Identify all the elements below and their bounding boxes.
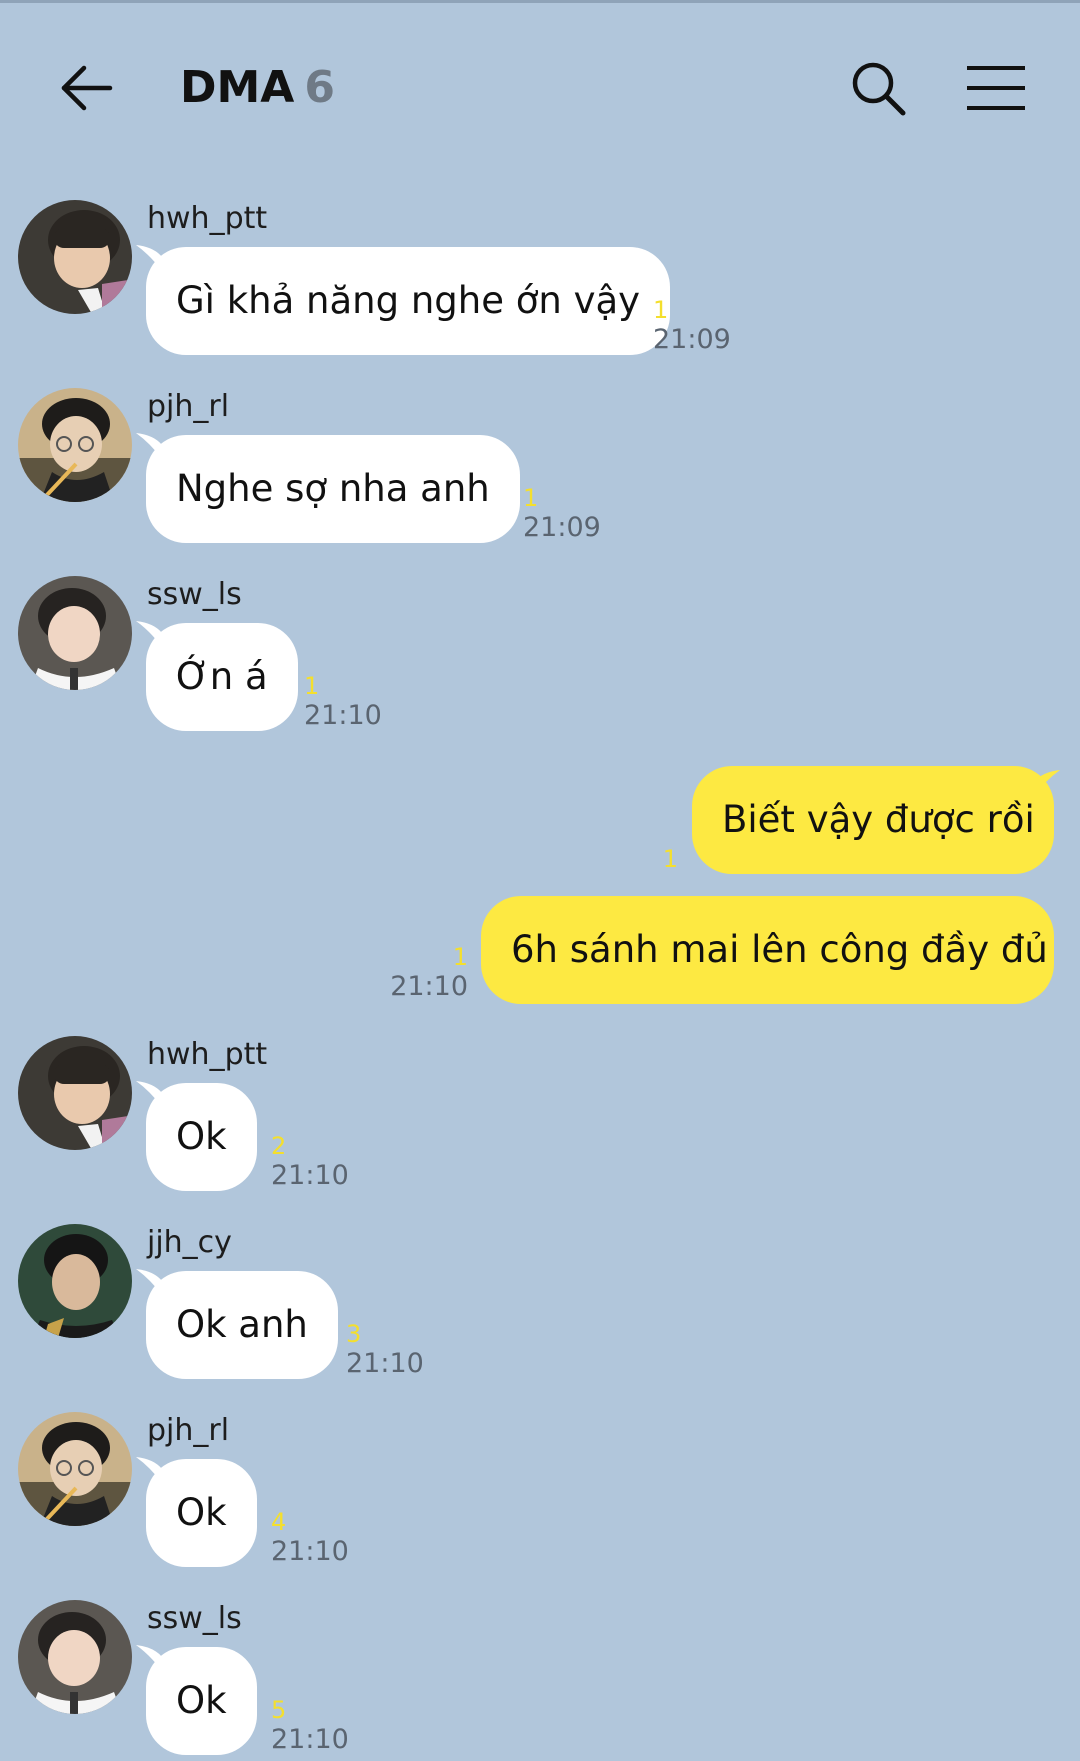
unread-count: 1 xyxy=(523,484,539,512)
sender-name: hwh_ptt xyxy=(147,1037,268,1072)
message-meta: 1 xyxy=(600,846,678,872)
message-bubble-incoming[interactable]: Ok xyxy=(146,1083,257,1191)
unread-count: 1 xyxy=(304,672,320,700)
message-bubble-incoming[interactable]: Ok xyxy=(146,1647,257,1755)
chat-header: DMA 6 xyxy=(0,0,1080,170)
avatar-ssw-ls[interactable] xyxy=(18,1600,132,1714)
search-icon xyxy=(852,62,906,116)
bubble-tail xyxy=(1034,770,1060,796)
back-button[interactable] xyxy=(56,58,116,118)
message-meta: 3 21:10 xyxy=(346,1321,424,1381)
sender-name: ssw_ls xyxy=(147,1601,242,1636)
message-time: 21:09 xyxy=(653,324,731,355)
avatar-pjh-rl[interactable] xyxy=(18,388,132,502)
avatar-hwh-ptt[interactable] xyxy=(18,1036,132,1150)
message-bubble-incoming[interactable]: Nghe sợ nha anh xyxy=(146,435,520,543)
unread-count: 1 xyxy=(662,845,678,873)
message-meta: 1 21:10 xyxy=(304,673,382,733)
arrow-left-icon xyxy=(61,65,113,111)
menu-button[interactable] xyxy=(962,56,1030,120)
message-time: 21:10 xyxy=(271,1160,349,1191)
message-time: 21:10 xyxy=(346,1348,424,1379)
unread-count: 4 xyxy=(271,1508,287,1536)
chat-title: DMA 6 xyxy=(180,58,335,118)
avatar-ssw-ls[interactable] xyxy=(18,576,132,690)
avatar-hwh-ptt[interactable] xyxy=(18,200,132,314)
sender-name: jjh_cy xyxy=(147,1225,232,1260)
sender-name: pjh_rl xyxy=(147,1413,230,1448)
unread-count: 2 xyxy=(271,1132,287,1160)
member-count: 6 xyxy=(304,62,335,113)
avatar-pjh-rl[interactable] xyxy=(18,1412,132,1526)
message-time: 21:10 xyxy=(271,1536,349,1567)
room-name: DMA xyxy=(180,62,295,113)
message-meta: 2 21:10 xyxy=(271,1133,349,1193)
unread-count: 3 xyxy=(346,1320,362,1348)
message-time: 21:09 xyxy=(523,512,601,543)
message-bubble-incoming[interactable]: Ok xyxy=(146,1459,257,1567)
message-bubble-incoming[interactable]: Ok anh xyxy=(146,1271,338,1379)
unread-count: 1 xyxy=(452,943,468,971)
message-meta: 4 21:10 xyxy=(271,1509,349,1569)
message-meta: 1 21:09 xyxy=(523,485,601,545)
message-meta: 1 21:09 xyxy=(653,297,731,357)
avatar-jjh-cy[interactable] xyxy=(18,1224,132,1338)
unread-count: 5 xyxy=(271,1696,287,1724)
sender-name: pjh_rl xyxy=(147,389,230,424)
search-button[interactable] xyxy=(846,56,910,120)
message-bubble-incoming[interactable]: Gì khả năng nghe ớn vậy xyxy=(146,247,671,355)
message-time: 21:10 xyxy=(390,971,468,1002)
message-bubble-outgoing[interactable]: 6h sánh mai lên công đầy đủ xyxy=(481,896,1054,1004)
message-bubble-incoming[interactable]: Ớn á xyxy=(146,623,298,731)
message-time: 21:10 xyxy=(304,700,382,731)
sender-name: hwh_ptt xyxy=(147,201,268,236)
message-meta: 5 21:10 xyxy=(271,1697,349,1757)
unread-count: 1 xyxy=(653,296,669,324)
message-bubble-outgoing[interactable]: Biết vậy được rồi xyxy=(692,766,1054,874)
message-time: 21:10 xyxy=(271,1724,349,1755)
sender-name: ssw_ls xyxy=(147,577,242,612)
message-meta: 1 21:10 xyxy=(380,944,468,1004)
hamburger-menu-icon xyxy=(967,66,1025,110)
